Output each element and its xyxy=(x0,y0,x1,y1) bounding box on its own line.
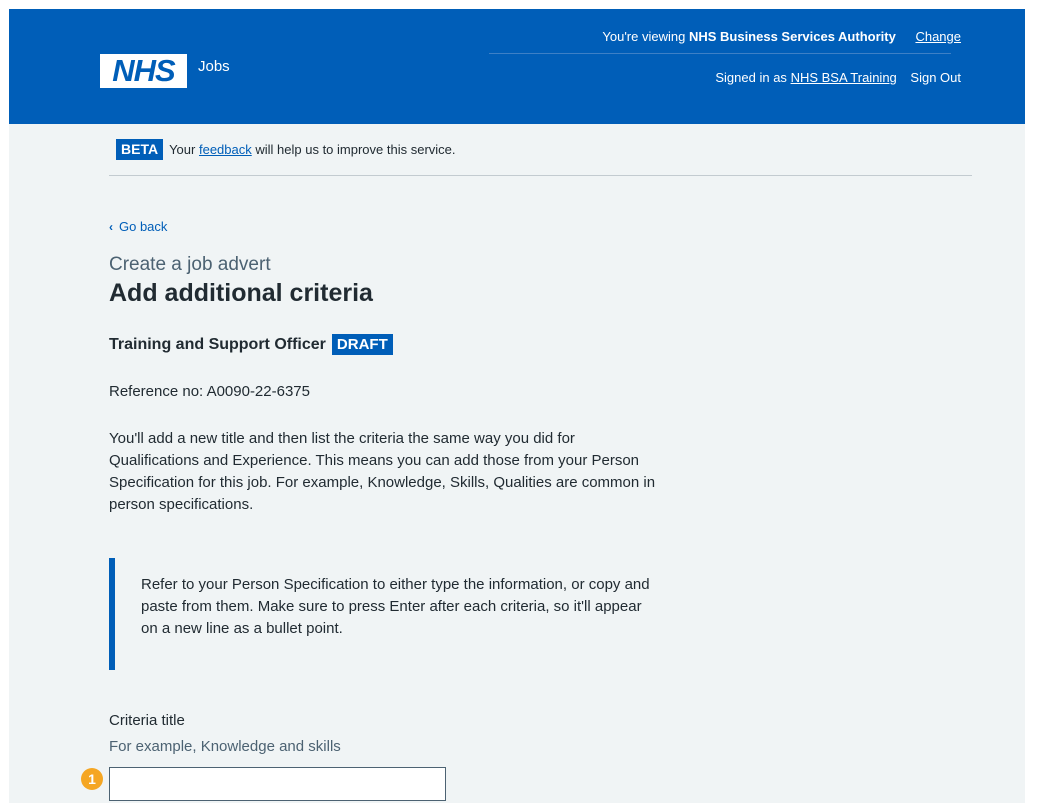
user-account-link[interactable]: NHS BSA Training xyxy=(791,70,897,85)
page-title: Add additional criteria xyxy=(109,279,373,307)
nhs-logo[interactable]: NHS xyxy=(100,54,187,88)
intro-text: You'll add a new title and then list the… xyxy=(109,430,656,513)
feedback-link[interactable]: feedback xyxy=(199,142,252,157)
beta-banner: BETA Your feedback will help us to impro… xyxy=(116,139,456,160)
step-number-marker: 1 xyxy=(81,768,103,790)
criteria-title-input[interactable] xyxy=(109,767,446,801)
window-frame-left xyxy=(0,0,9,803)
reference-number: Reference no: A0090-22-6375 xyxy=(109,383,310,400)
beta-tag: BETA xyxy=(116,139,164,160)
service-name[interactable]: Jobs xyxy=(198,58,230,75)
inset-paragraph: Refer to your Person Specification to ei… xyxy=(141,576,650,637)
criteria-title-label: Criteria title xyxy=(109,712,185,729)
organisation-name: NHS Business Services Authority xyxy=(688,29,896,44)
header-content: NHS Jobs You're viewing NHS Business Ser… xyxy=(9,9,1025,124)
window-frame-top xyxy=(0,0,1053,9)
criteria-title-hint: For example, Knowledge and skills xyxy=(109,738,341,755)
window-frame-right xyxy=(1025,0,1053,803)
job-heading: Training and Support Officer DRAFT xyxy=(109,334,393,355)
inset-text: Refer to your Person Specification to ei… xyxy=(109,558,654,670)
job-title: Training and Support Officer xyxy=(109,335,326,353)
back-link[interactable]: ‹ Go back xyxy=(109,219,167,234)
signed-in-prefix: Signed in as xyxy=(715,70,787,85)
account-info: Signed in as NHS BSA Training Sign Out xyxy=(715,70,961,85)
organisation-info: You're viewing NHS Business Services Aut… xyxy=(602,29,961,44)
viewing-prefix: You're viewing xyxy=(602,29,686,44)
chevron-left-icon: ‹ xyxy=(109,219,113,234)
beta-text-before: Your xyxy=(169,142,196,157)
change-organisation-link[interactable]: Change xyxy=(915,29,961,44)
sign-out-link[interactable]: Sign Out xyxy=(910,70,961,85)
header-divider xyxy=(489,53,951,54)
back-link-label: Go back xyxy=(119,219,168,234)
page-caption: Create a job advert xyxy=(109,254,271,275)
beta-divider xyxy=(109,175,972,176)
beta-text-after: will help us to improve this service. xyxy=(255,142,456,157)
status-badge: DRAFT xyxy=(331,334,393,355)
